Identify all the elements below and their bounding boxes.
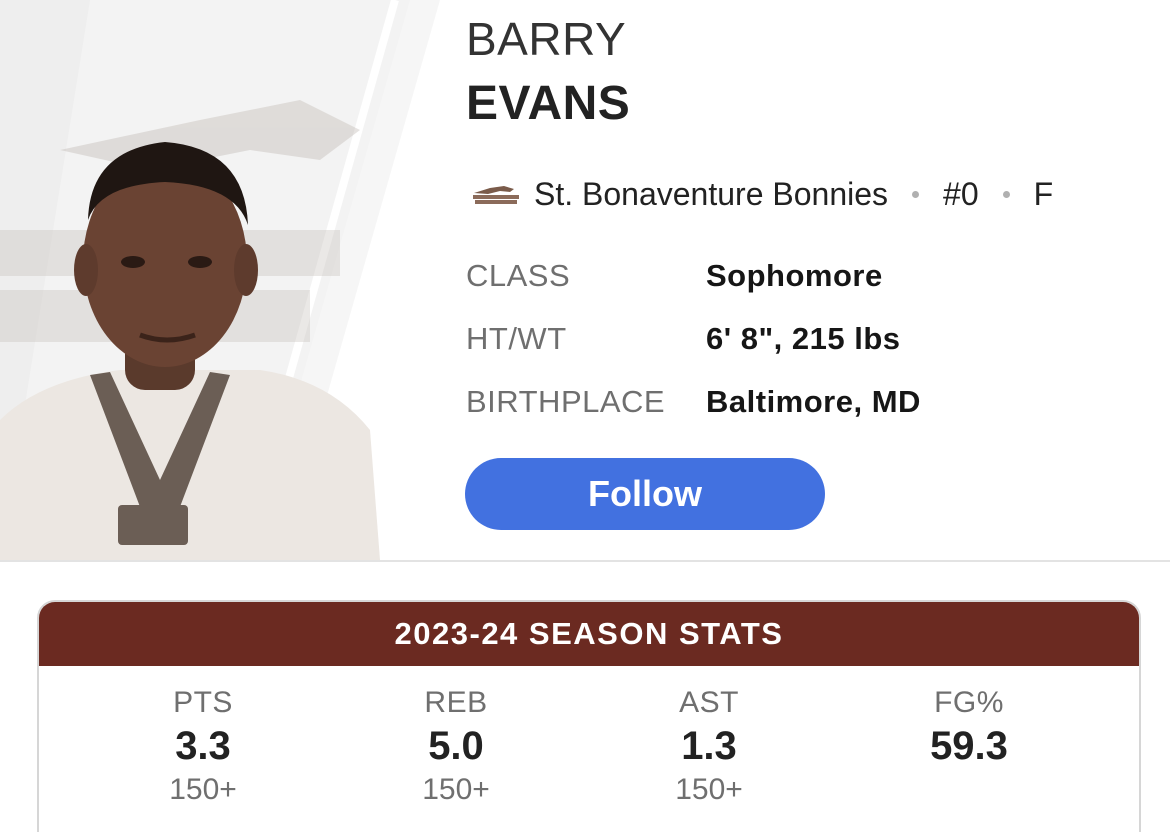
stat-assists[interactable]: AST 1.3 150+ — [589, 686, 829, 807]
bio-label: CLASS — [466, 258, 571, 293]
bio-row-height-weight: HT/WT 6' 8", 215 lbs — [466, 319, 901, 359]
stat-value: 3.3 — [175, 724, 231, 768]
stat-rank: 150+ — [169, 773, 237, 806]
player-profile-page: BARRY EVANS St. Bonaventure Bonnies #0 F… — [0, 0, 1170, 832]
team-name-link[interactable]: St. Bonaventure Bonnies — [534, 176, 888, 213]
stat-value: 59.3 — [930, 724, 1008, 768]
player-last-name: EVANS — [466, 77, 631, 130]
stat-points[interactable]: PTS 3.3 150+ — [83, 686, 323, 807]
stat-rebounds[interactable]: REB 5.0 150+ — [336, 686, 576, 807]
player-header: BARRY EVANS St. Bonaventure Bonnies #0 F… — [0, 0, 1170, 560]
bio-value: 6' 8", 215 lbs — [706, 321, 901, 356]
stat-value: 5.0 — [428, 724, 484, 768]
stat-value: 1.3 — [681, 724, 737, 768]
bio-label: HT/WT — [466, 321, 567, 356]
stat-rank: 150+ — [422, 773, 490, 806]
team-line: St. Bonaventure Bonnies #0 F — [470, 172, 1053, 216]
player-photo — [0, 0, 460, 560]
separator-dot — [912, 190, 920, 198]
stat-label: FG% — [934, 686, 1004, 719]
bio-value: Baltimore, MD — [706, 384, 921, 419]
season-stats-title: 2023-24 SEASON STATS — [39, 602, 1139, 666]
bio-label: BIRTHPLACE — [466, 384, 666, 419]
follow-button[interactable]: Follow — [465, 458, 825, 530]
section-divider — [0, 560, 1170, 562]
bonnies-logo-icon[interactable] — [470, 179, 522, 209]
bio-row-birthplace: BIRTHPLACE Baltimore, MD — [466, 382, 921, 422]
bio-value: Sophomore — [706, 258, 883, 293]
season-stats-card: 2023-24 SEASON STATS PTS 3.3 150+ REB 5.… — [37, 600, 1141, 832]
stat-label: REB — [424, 686, 488, 719]
stat-label: AST — [679, 686, 739, 719]
stat-rank: 150+ — [675, 773, 743, 806]
jersey-number: #0 — [943, 175, 979, 212]
separator-dot — [1002, 190, 1010, 198]
player-position: F — [1033, 175, 1054, 212]
bio-row-class: CLASS Sophomore — [466, 256, 883, 296]
stat-label: PTS — [173, 686, 233, 719]
stat-field-goal-pct[interactable]: FG% 59.3 — [849, 686, 1089, 773]
player-first-name: BARRY — [466, 13, 627, 65]
